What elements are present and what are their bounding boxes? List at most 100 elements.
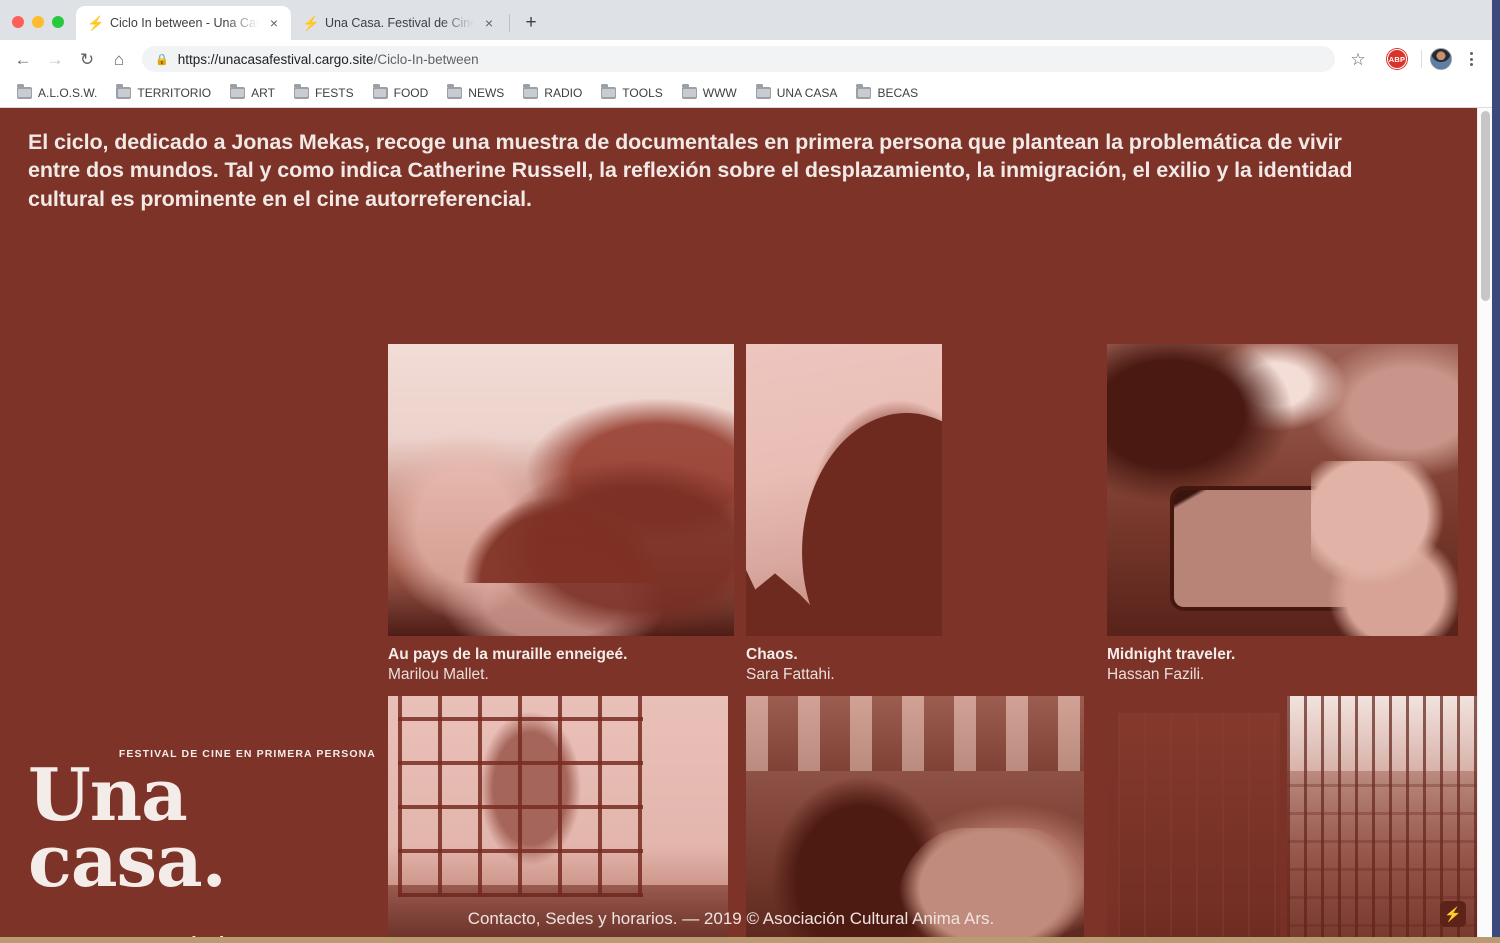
bookmark-item[interactable]: RADIO <box>516 83 589 103</box>
minimize-window-button[interactable] <box>32 16 44 28</box>
kebab-menu-icon[interactable] <box>1458 52 1484 66</box>
silhouette-photo <box>746 344 942 636</box>
film-title: Chaos. <box>746 646 798 663</box>
bookmark-item[interactable]: BECAS <box>849 83 925 103</box>
bookmark-label: ART <box>251 85 275 100</box>
folder-icon <box>372 84 388 99</box>
tab-separator <box>509 14 510 32</box>
desktop: ⚡ Ciclo In between - Una Casa. F × ⚡ Una… <box>0 0 1500 943</box>
folder-icon <box>17 84 32 99</box>
url-path: /Ciclo-In-between <box>373 51 479 67</box>
film-card-yukiko[interactable]: Yukiko. Young Sun Noh. <box>388 696 728 937</box>
bookmark-label: A.L.O.S.W. <box>38 85 98 100</box>
phone-filming-photo <box>1107 344 1458 636</box>
building-wall-photo <box>1107 696 1288 937</box>
home-button[interactable]: ⌂ <box>104 44 134 74</box>
film-card-down-there[interactable]: Down there. Chantal Akerman. <box>1107 696 1483 937</box>
desktop-background-right <box>1492 0 1500 943</box>
film-card-au-pays[interactable]: Au pays de la muraille enneigeé. Marilou… <box>388 344 734 684</box>
volcano-photo <box>388 344 734 636</box>
bolt-icon: ⚡ <box>87 15 105 31</box>
desktop-background-bottom <box>0 937 1500 943</box>
bookmark-label: WWW <box>702 85 737 100</box>
bookmark-star-icon[interactable]: ☆ <box>1343 44 1373 74</box>
bookmark-label: BECAS <box>877 85 919 100</box>
folder-icon <box>681 84 697 99</box>
close-tab-button[interactable]: × <box>266 15 282 31</box>
site-footer[interactable]: Contacto, Sedes y horarios. — 2019 © Aso… <box>0 909 1462 929</box>
film-card-midnight-traveler[interactable]: Midnight traveler. Hassan Fazili. <box>1107 344 1458 684</box>
browser-tab-1[interactable]: ⚡ Ciclo In between - Una Casa. F × <box>76 6 291 40</box>
back-button[interactable]: ← <box>8 44 38 74</box>
film-caption: Au pays de la muraille enneigeé. Marilou… <box>388 636 734 684</box>
page-content: El ciclo, dedicado a Jonas Mekas, recoge… <box>0 108 1483 937</box>
film-caption: Chaos. Sara Fattahi. <box>746 636 942 684</box>
bookmark-item[interactable]: UNA CASA <box>749 83 845 103</box>
bookmark-item[interactable]: A.L.O.S.W. <box>10 83 104 103</box>
film-caption: Midnight traveler. Hassan Fazili. <box>1107 636 1458 684</box>
bookmark-item[interactable]: FESTS <box>287 83 361 103</box>
bolt-icon[interactable]: ⚡ <box>1440 901 1466 927</box>
film-thumbnail[interactable] <box>388 344 734 636</box>
window-traffic-lights <box>0 16 76 40</box>
interior-window-photo <box>388 696 728 937</box>
film-thumbnail[interactable] <box>746 696 1084 937</box>
lock-icon: 🔒 <box>155 53 169 66</box>
bookmark-label: RADIO <box>544 85 583 100</box>
forward-button[interactable]: → <box>40 44 70 74</box>
page-scrollbar[interactable] <box>1477 108 1492 937</box>
browser-tab-2[interactable]: ⚡ Una Casa. Festival de Cine en P × <box>291 6 506 40</box>
close-window-button[interactable] <box>12 16 24 28</box>
site-logo[interactable]: Una casa. <box>28 758 378 896</box>
new-tab-button[interactable]: + <box>517 8 545 36</box>
film-card-chaos[interactable]: Chaos. Sara Fattahi. <box>746 344 942 684</box>
bolt-icon: ⚡ <box>302 15 320 31</box>
bookmark-item[interactable]: FOOD <box>366 83 436 103</box>
film-title: Au pays de la muraille enneigeé. <box>388 646 628 663</box>
url-text: https://unacasafestival.cargo.site/Ciclo… <box>178 52 479 67</box>
film-thumbnail[interactable] <box>746 344 942 636</box>
zoom-window-button[interactable] <box>52 16 64 28</box>
bookmark-label: TOOLS <box>622 85 663 100</box>
tab-strip: ⚡ Ciclo In between - Una Casa. F × ⚡ Una… <box>0 0 1492 40</box>
film-author: Hassan Fazili. <box>1107 665 1205 683</box>
film-thumbnail[interactable] <box>1107 344 1458 636</box>
web-page: El ciclo, dedicado a Jonas Mekas, recoge… <box>0 108 1492 937</box>
folder-icon <box>293 84 309 99</box>
folder-icon <box>856 84 872 99</box>
film-author: Marilou Mallet. <box>388 665 489 683</box>
bookmark-label: NEWS <box>468 85 505 100</box>
folder-icon <box>755 84 771 99</box>
film-title: Midnight traveler. <box>1107 646 1236 663</box>
folder-icon <box>523 84 539 99</box>
folder-icon <box>601 84 617 99</box>
reload-button[interactable]: ↻ <box>72 44 102 74</box>
url-host: https://unacasafestival.cargo.site <box>177 51 374 67</box>
scrollbar-thumb[interactable] <box>1481 111 1490 301</box>
folder-icon <box>230 84 246 99</box>
bookmark-label: FESTS <box>314 85 354 100</box>
address-bar[interactable]: 🔒 https://unacasafestival.cargo.site/Cic… <box>142 46 1335 72</box>
folder-icon <box>116 84 132 99</box>
toolbar-separator <box>1421 50 1422 68</box>
bookmarks-bar: A.L.O.S.W. TERRITORIO ART FESTS FOOD NEW… <box>0 78 1492 108</box>
film-card-williamsburg[interactable]: Williamsburg, Brooklyn. Jonas Mekas. <box>746 696 1084 937</box>
bookmark-item[interactable]: NEWS <box>440 83 511 103</box>
bookmark-label: FOOD <box>393 85 429 100</box>
browser-toolbar: ← → ↻ ⌂ 🔒 https://unacasafestival.cargo.… <box>0 40 1492 78</box>
film-thumbnail[interactable] <box>1107 696 1483 937</box>
film-author: Sara Fattahi. <box>746 665 835 683</box>
avatar[interactable] <box>1430 48 1452 70</box>
street-accordion-photo <box>746 696 1084 937</box>
bookmark-item[interactable]: ART <box>223 83 282 103</box>
tab-title: Ciclo In between - Una Casa. F <box>110 16 259 30</box>
film-thumbnail[interactable] <box>388 696 728 937</box>
bookmark-item[interactable]: TOOLS <box>594 83 669 103</box>
bookmark-label: UNA CASA <box>776 85 838 100</box>
adblock-extension-icon[interactable]: ABP <box>1387 49 1407 69</box>
bookmark-item[interactable]: TERRITORIO <box>109 83 218 103</box>
close-tab-button[interactable]: × <box>481 15 497 31</box>
bookmark-item[interactable]: WWW <box>675 83 744 103</box>
browser-window: ⚡ Ciclo In between - Una Casa. F × ⚡ Una… <box>0 0 1492 937</box>
bookmark-label: TERRITORIO <box>137 85 212 100</box>
